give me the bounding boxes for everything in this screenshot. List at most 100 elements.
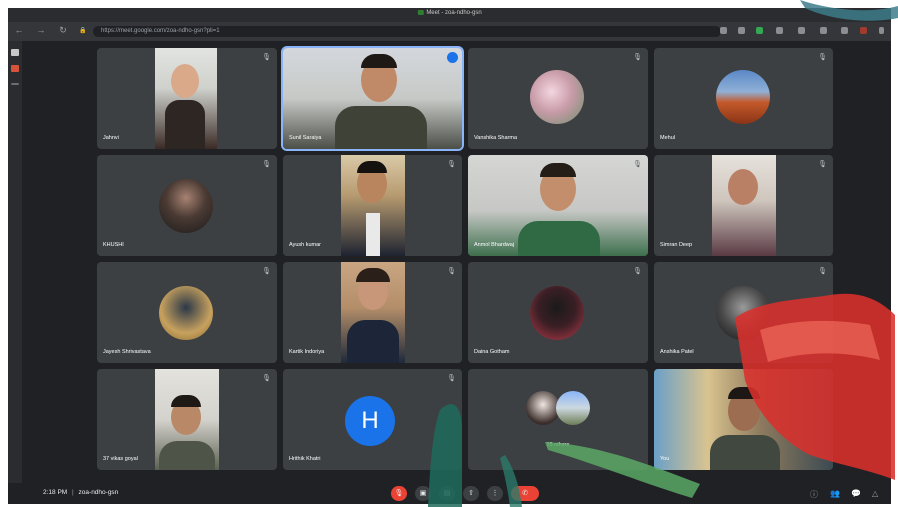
- participant-name: Vanshika Sharma: [474, 135, 518, 141]
- participant-tile[interactable]: 🎙 KHUSHI: [97, 155, 277, 256]
- extensions-menu-icon[interactable]: [820, 27, 827, 34]
- people-button[interactable]: 👥: [830, 489, 840, 498]
- participant-name: Sunil Saraiya: [289, 135, 322, 141]
- mic-off-icon: 🎙: [818, 268, 827, 275]
- others-count: 35 others: [546, 442, 570, 448]
- self-name: You: [660, 456, 670, 462]
- others-tile[interactable]: 35 others: [468, 369, 648, 470]
- participant-video: [283, 48, 462, 149]
- speaking-indicator-icon: [447, 52, 458, 63]
- participant-tile[interactable]: 🎙 Mehul: [654, 48, 833, 149]
- browser-toolbar: ← → ↻ 🔒 https://meet.google.com/zoa-ndho…: [8, 22, 891, 41]
- participant-name: Mehul: [660, 135, 675, 141]
- reload-button[interactable]: ↻: [58, 25, 68, 36]
- participant-video: [712, 155, 776, 256]
- browser-tab[interactable]: Meet - zoa-ndho-gsn: [417, 10, 482, 16]
- forward-button[interactable]: →: [36, 25, 46, 35]
- os-side-panel: [8, 41, 22, 504]
- meet-window: Meet - zoa-ndho-gsn ← → ↻ 🔒 https://meet…: [8, 8, 891, 504]
- activities-button[interactable]: △: [872, 489, 878, 498]
- back-button[interactable]: ←: [14, 25, 24, 35]
- mic-off-icon: 🎙: [633, 268, 642, 275]
- participant-tile[interactable]: 🎙 Kartik Indoriya: [283, 262, 462, 363]
- profile-photo-icon[interactable]: [860, 27, 867, 34]
- meet-favicon-icon: [417, 10, 424, 15]
- participant-name: KHUSHI: [103, 242, 124, 248]
- profile-avatar-icon[interactable]: [841, 27, 848, 34]
- participant-video: [155, 369, 219, 470]
- participant-video: [341, 262, 405, 363]
- participant-initial-avatar: H: [345, 396, 395, 446]
- browser-menu-icon[interactable]: [879, 27, 884, 34]
- chat-button[interactable]: 💬: [851, 489, 861, 498]
- participant-tile[interactable]: 🎙 Simran Deep: [654, 155, 833, 256]
- participant-video: [341, 155, 405, 256]
- extension-puzzle-icon[interactable]: [798, 27, 805, 34]
- url-bar[interactable]: https://meet.google.com/zoa-ndho-gsn?pli…: [93, 26, 721, 37]
- mic-off-icon: 🎙: [262, 54, 271, 61]
- participant-avatar: [159, 286, 213, 340]
- bookmark-star-icon[interactable]: [738, 27, 745, 34]
- participant-tile[interactable]: 🎙 Anmol Bhardwaj: [468, 155, 648, 256]
- mic-off-icon: 🎙: [818, 54, 827, 61]
- meeting-code: zoa-ndho-gsn: [78, 489, 119, 496]
- participant-avatar: [530, 70, 584, 124]
- participant-avatar: [716, 286, 770, 340]
- participant-video: [155, 48, 217, 149]
- mic-off-icon: 🎙: [633, 161, 642, 168]
- participant-name: 37 vikas goyal: [103, 456, 138, 462]
- mic-off-icon: 🎙: [818, 161, 827, 168]
- mic-off-icon: 🎙: [447, 161, 456, 168]
- captions-button[interactable]: ▤: [439, 486, 455, 501]
- participant-tile[interactable]: H 🎙 Hrithik Khatri: [283, 369, 462, 470]
- participant-name: Jayesh Shrivastava: [103, 349, 151, 355]
- participant-avatar: [716, 70, 770, 124]
- separator: |: [72, 489, 74, 496]
- meeting-details: 2:18 PM | zoa-ndho-gsn: [43, 489, 118, 496]
- meeting-info-button[interactable]: ⓘ: [810, 489, 818, 500]
- participant-tile[interactable]: 🎙 Ayush kumar: [283, 155, 462, 256]
- lock-icon: 🔒: [79, 28, 87, 34]
- mic-off-icon: 🎙: [262, 375, 271, 382]
- present-button[interactable]: ⇧: [463, 486, 479, 501]
- participant-tile[interactable]: 🎙 Vanshika Sharma: [468, 48, 648, 149]
- leave-call-button[interactable]: ✆: [511, 486, 539, 501]
- add-icon[interactable]: [11, 83, 19, 85]
- participant-name: Kartik Indoriya: [289, 349, 325, 355]
- participant-tile-speaking[interactable]: Sunil Saraiya: [281, 46, 464, 151]
- participant-tile[interactable]: 🎙 Jahnvi: [97, 48, 277, 149]
- mic-off-icon: 🎙: [447, 268, 456, 275]
- participant-name: Daina Gotham: [474, 349, 510, 355]
- mic-off-icon: 🎙: [633, 54, 642, 61]
- mic-off-icon: 🎙: [262, 161, 271, 168]
- more-options-button[interactable]: ⋮: [487, 486, 503, 501]
- extension-green-icon[interactable]: [756, 27, 763, 34]
- participant-avatar: [159, 179, 213, 233]
- participant-tile[interactable]: 🎙 37 vikas goyal: [97, 369, 277, 470]
- camera-toggle-button[interactable]: ▣: [415, 486, 431, 501]
- meeting-time: 2:18 PM: [43, 489, 68, 496]
- other-participant-avatar: [556, 391, 590, 425]
- participant-avatar: [530, 286, 584, 340]
- participant-name: Ayush kumar: [289, 242, 321, 248]
- participant-tile[interactable]: 🎙 Anshika Patel: [654, 262, 833, 363]
- meeting-controls-bar: 2:18 PM | zoa-ndho-gsn 🎙 ▣ ▤ ⇧ ⋮ ✆ ⓘ 👥 💬…: [8, 483, 891, 504]
- other-participant-avatar: [526, 391, 560, 425]
- participant-video: [468, 155, 648, 256]
- participant-name: Simran Deep: [660, 242, 693, 248]
- participant-name: Hrithik Khatri: [289, 456, 321, 462]
- app-icon[interactable]: [11, 65, 19, 72]
- mic-off-icon: 🎙: [447, 375, 456, 382]
- participant-tile[interactable]: 🎙 Jayesh Shrivastava: [97, 262, 277, 363]
- self-video: [654, 369, 833, 470]
- extension-icon[interactable]: [776, 27, 783, 34]
- panel-icon[interactable]: [11, 49, 19, 56]
- mic-off-icon: 🎙: [262, 268, 271, 275]
- mic-toggle-button[interactable]: 🎙: [391, 486, 407, 501]
- participant-name: Anmol Bhardwaj: [474, 242, 515, 248]
- participant-name: Anshika Patel: [660, 349, 694, 355]
- camera-permission-icon[interactable]: [720, 27, 727, 34]
- self-tile[interactable]: You: [654, 369, 833, 470]
- participant-tile[interactable]: 🎙 Daina Gotham: [468, 262, 648, 363]
- participant-name: Jahnvi: [103, 135, 119, 141]
